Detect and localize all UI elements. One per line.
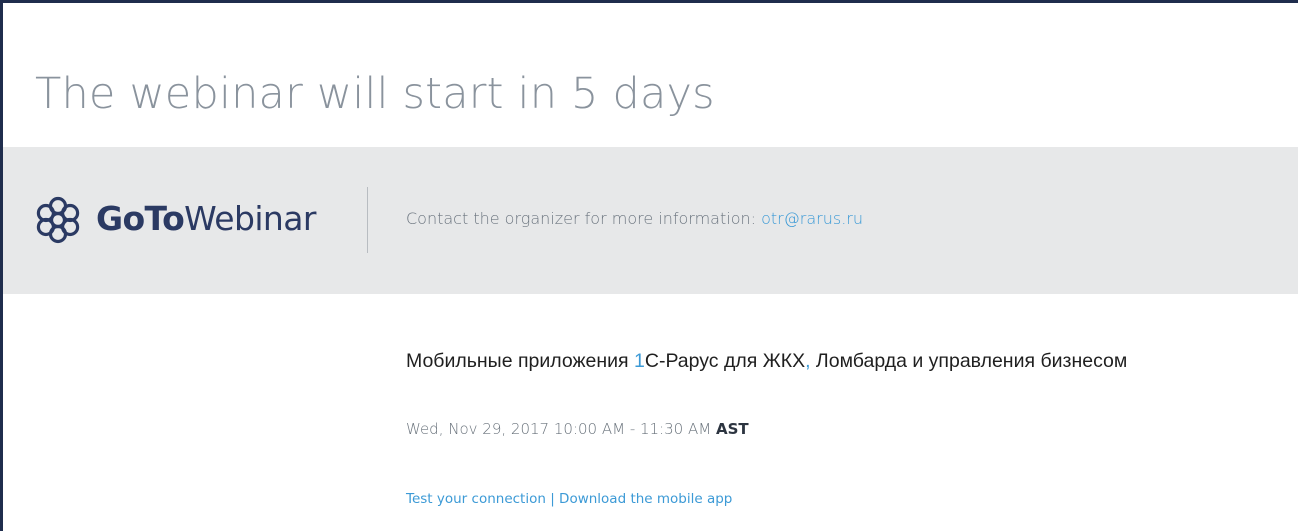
banner-divider [367, 187, 368, 253]
event-datetime: Wed, Nov 29, 2017 10:00 AM - 11:30 AM AS… [406, 419, 749, 439]
event-title: Мобильные приложения 1С-Рарус для ЖКХ, Л… [406, 348, 1127, 374]
test-connection-link[interactable]: Test your connection [406, 491, 546, 507]
contact-label: Contact the organizer for more informati… [406, 209, 762, 228]
event-title-part1: Мобильные приложения [406, 350, 635, 372]
webinar-page: The webinar will start in 5 days GoToWeb… [0, 0, 1298, 531]
contact-info: Contact the organizer for more informati… [406, 208, 863, 230]
gotowebinar-flower-icon [36, 196, 80, 244]
brand-name-light: Webinar [184, 199, 316, 238]
event-links: Test your connection | Download the mobi… [406, 490, 732, 508]
event-title-digit: 1 [634, 350, 645, 372]
page-headline: The webinar will start in 5 days [35, 69, 715, 119]
links-separator: | [545, 491, 560, 507]
event-title-part2: С-Рарус для ЖКХ [644, 350, 806, 372]
event-title-part3: Ломбарда и управления бизнесом [810, 350, 1128, 372]
event-datetime-text: Wed, Nov 29, 2017 10:00 AM - 11:30 AM [406, 420, 716, 438]
event-timezone: AST [715, 420, 749, 438]
gotowebinar-logo-text: GoToWebinar [96, 199, 316, 239]
organizer-email-link[interactable]: otr@rarus.ru [761, 209, 863, 228]
brand-name-bold: GoTo [96, 199, 185, 238]
download-mobile-app-link[interactable]: Download the mobile app [559, 491, 732, 507]
